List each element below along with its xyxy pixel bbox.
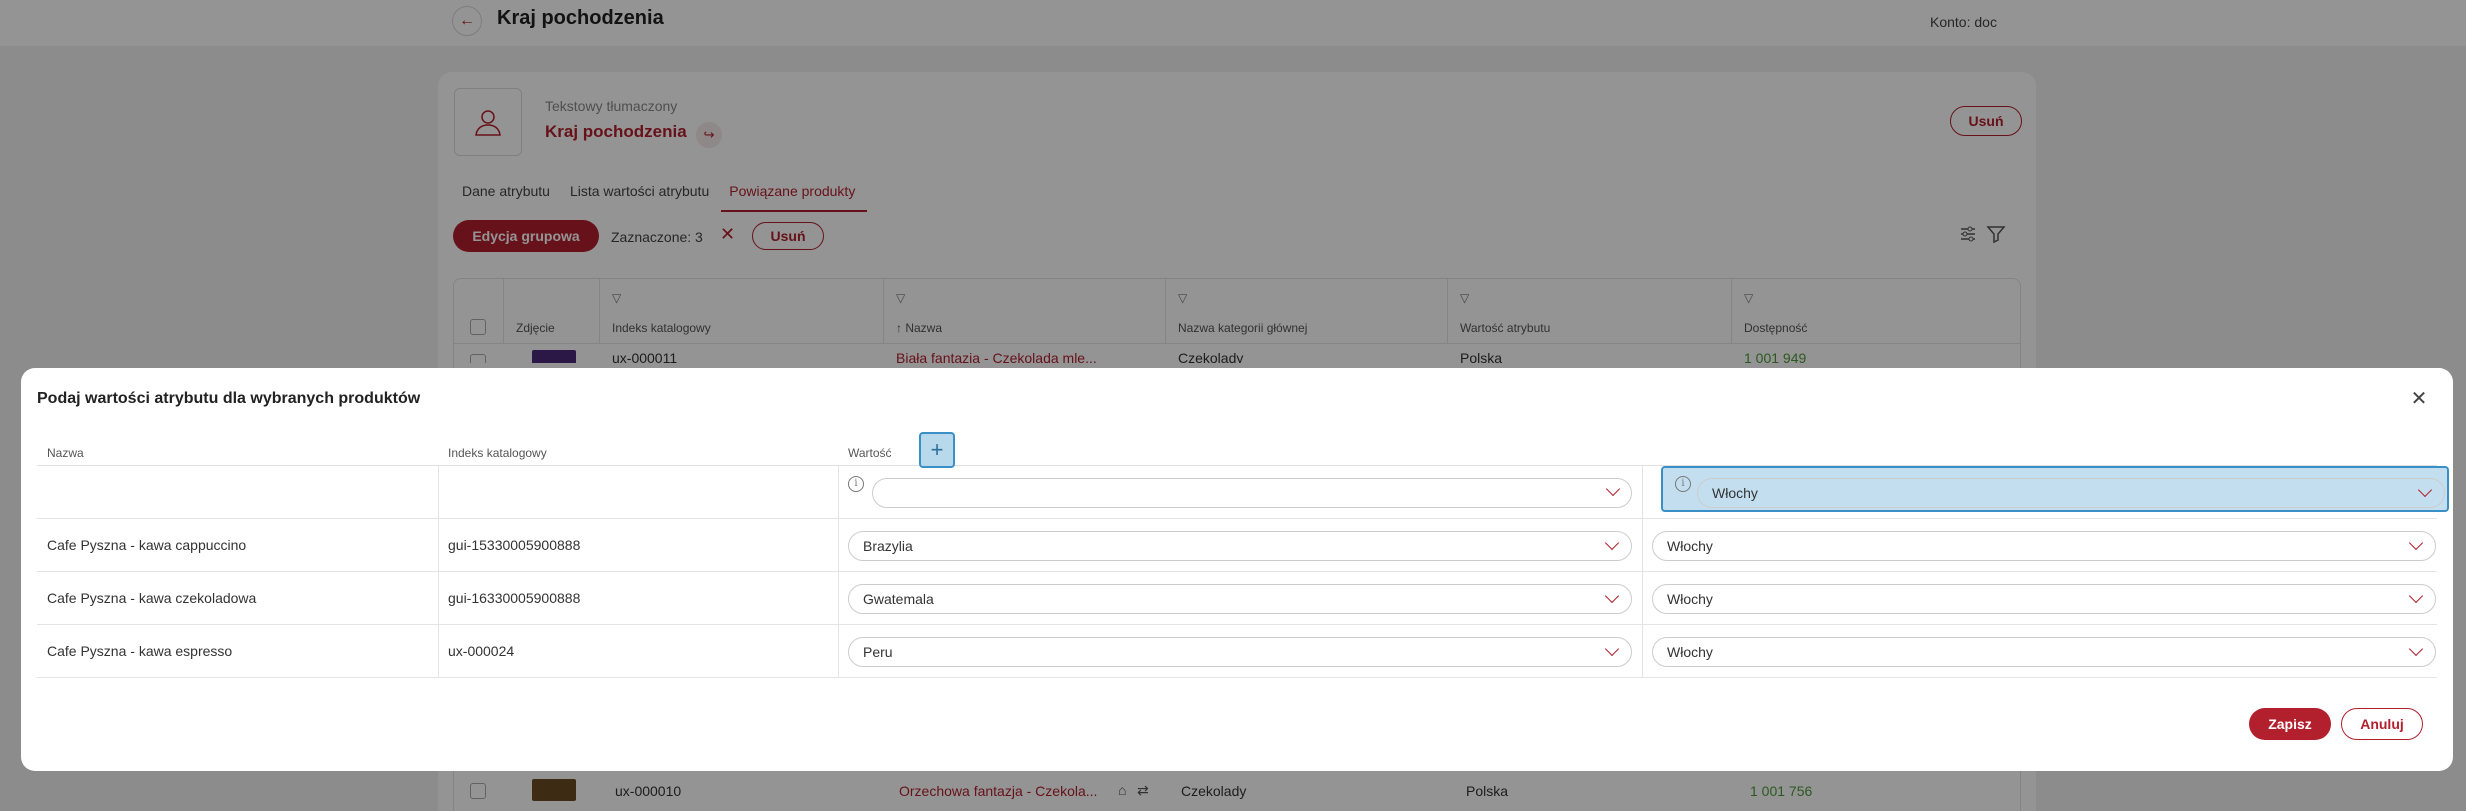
column-divider: [838, 519, 839, 571]
product-index: gui-16330005900888: [448, 590, 581, 606]
chevron-down-icon: [1604, 588, 1620, 604]
bulk-value-select-2[interactable]: Włochy: [1697, 478, 2445, 508]
column-divider: [438, 572, 439, 624]
chevron-down-icon: [1605, 481, 1621, 497]
chevron-down-icon: [2417, 482, 2433, 498]
column-divider: [1642, 625, 1643, 677]
select-value: Włochy: [1712, 485, 1758, 501]
product-row: Cafe Pyszna - kawa czekoladowa gui-16330…: [37, 572, 2437, 625]
value-select-1[interactable]: Peru: [848, 637, 1632, 667]
product-row: Cafe Pyszna - kawa espresso ux-000024 Pe…: [37, 625, 2437, 678]
dialog-title: Podaj wartości atrybutu dla wybranych pr…: [37, 390, 421, 407]
column-divider: [438, 466, 439, 518]
chevron-holder: [872, 478, 1632, 508]
column-header-index: Indeks katalogowy: [448, 446, 547, 460]
product-index: gui-15330005900888: [448, 537, 581, 553]
select-value: Włochy: [1667, 538, 1713, 554]
chevron-down-icon: [2408, 641, 2424, 657]
column-divider: [1642, 572, 1643, 624]
chevron-down-icon: [1604, 641, 1620, 657]
select-value: Peru: [863, 644, 893, 660]
value-select-1[interactable]: Gwatemala: [848, 584, 1632, 614]
product-row: Cafe Pyszna - kawa cappuccino gui-153300…: [37, 519, 2437, 572]
value-select-2[interactable]: Włochy: [1652, 531, 2436, 561]
value-select-2[interactable]: Włochy: [1652, 584, 2436, 614]
column-divider: [1642, 466, 1643, 518]
product-name: Cafe Pyszna - kawa czekoladowa: [47, 590, 257, 606]
bulk-edit-grid: Nazwa Indeks katalogowy Wartość + i i Wł…: [37, 430, 2449, 678]
column-divider: [838, 572, 839, 624]
bulk-edit-dialog: Podaj wartości atrybutu dla wybranych pr…: [21, 368, 2453, 771]
info-icon[interactable]: i: [848, 476, 864, 492]
chevron-down-icon: [1604, 535, 1620, 551]
product-name: Cafe Pyszna - kawa espresso: [47, 643, 233, 659]
column-divider: [1642, 519, 1643, 571]
column-divider: [438, 519, 439, 571]
value-select-2[interactable]: Włochy: [1652, 637, 2436, 667]
bulk-value-row: i i Włochy: [37, 466, 2449, 519]
info-icon[interactable]: i: [1675, 476, 1691, 492]
value-select-1[interactable]: Brazylia: [848, 531, 1632, 561]
chevron-down-icon: [2408, 535, 2424, 551]
select-value: Włochy: [1667, 591, 1713, 607]
product-index: ux-000024: [448, 643, 515, 659]
column-divider: [838, 625, 839, 677]
column-divider: [438, 625, 439, 677]
column-divider: [838, 466, 839, 518]
grid-header-row: Nazwa Indeks katalogowy Wartość +: [37, 430, 2437, 468]
select-value: Włochy: [1667, 644, 1713, 660]
column-header-value: Wartość: [848, 446, 892, 460]
product-name: Cafe Pyszna - kawa cappuccino: [47, 537, 247, 553]
cancel-button[interactable]: Anuluj: [2341, 708, 2423, 740]
save-button[interactable]: Zapisz: [2249, 708, 2331, 740]
add-value-column-button[interactable]: +: [919, 432, 955, 468]
column-header-name: Nazwa: [47, 446, 84, 460]
close-icon[interactable]: ✕: [2405, 384, 2433, 412]
chevron-down-icon: [2408, 588, 2424, 604]
select-value: Brazylia: [863, 538, 913, 554]
select-value: Gwatemala: [863, 591, 934, 607]
